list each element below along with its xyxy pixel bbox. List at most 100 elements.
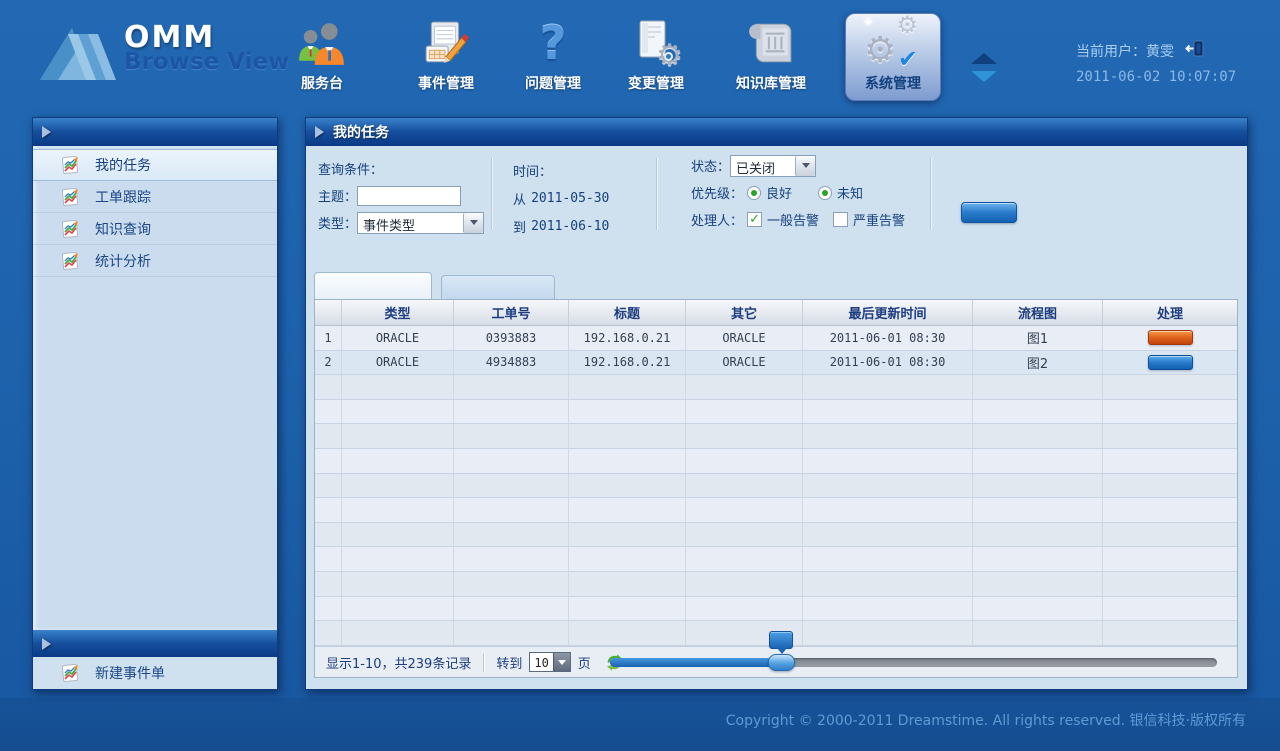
sidebar-item-label: 我的任务 [95, 155, 151, 175]
priority-option-good[interactable]: 良好 [747, 183, 792, 202]
nav-item-knowledge-mgmt[interactable]: 知识库管理 [723, 14, 819, 93]
page-title: 我的任务 [333, 122, 389, 142]
system-icon: ✦ ⚙ ⚙ ✔ [846, 14, 940, 72]
col-header-updated[interactable]: 最后更新时间 [803, 300, 973, 325]
row-index: 1 [315, 326, 342, 350]
sidebar-item-statistics[interactable]: 统计分析 [33, 245, 277, 277]
checkbox-unchecked-icon[interactable] [833, 212, 848, 227]
incident-icon [398, 14, 494, 72]
tab-2[interactable] [441, 275, 555, 299]
doc-chart-icon [60, 219, 80, 239]
sidebar-item-label: 知识查询 [95, 219, 151, 239]
page-select[interactable]: 10 [529, 652, 570, 672]
service-desk-icon [274, 14, 370, 72]
sidebar-item-new-incident[interactable]: 新建事件单 [33, 657, 277, 689]
main-titlebar: 我的任务 [306, 118, 1247, 146]
play-arrow-icon [42, 126, 51, 138]
app-header: OMM Browse View 服务台 [0, 0, 1280, 115]
table-row-empty [315, 547, 1237, 572]
radio-checked-icon[interactable] [818, 186, 832, 200]
nav-item-system-mgmt[interactable]: ✦ ⚙ ⚙ ✔ 系统管理 [845, 13, 941, 101]
filter-divider [656, 158, 657, 230]
subject-input[interactable] [357, 186, 461, 206]
col-header-other[interactable]: 其它 [686, 300, 803, 325]
type-select[interactable]: 事件类型 [357, 212, 484, 234]
cell-order-no: 0393883 [454, 326, 569, 350]
record-summary: 显示1-10，共239条记录 [326, 653, 471, 672]
col-header-type[interactable]: 类型 [342, 300, 454, 325]
play-arrow-icon [315, 126, 324, 138]
scroll-down-icon[interactable] [971, 71, 997, 82]
col-header-order-no[interactable]: 工单号 [454, 300, 569, 325]
nav-item-incident-mgmt[interactable]: 事件管理 [398, 14, 494, 93]
sidebar-item-my-tasks[interactable]: 我的任务 [33, 149, 277, 181]
table-row-empty [315, 597, 1237, 622]
flowchart-link[interactable]: 图1 [973, 326, 1103, 350]
time-to-label: 到 [513, 217, 526, 236]
cell-type: ORACLE [342, 351, 454, 375]
cell-action [1103, 326, 1237, 350]
main-panel: 我的任务 查询条件： 主题： 类型： 事件类型 时间： [305, 117, 1248, 690]
filter-col-status: 状态： 已关闭 优先级： 良好 未知 处理人： [691, 154, 931, 235]
criteria-section-label: 查询条件： [318, 159, 383, 178]
cell-title: 192.168.0.21 [569, 326, 686, 350]
table-header-row: 类型 工单号 标题 其它 最后更新时间 流程图 处理 [315, 300, 1237, 326]
col-header-title[interactable]: 标题 [569, 300, 686, 325]
col-header-flowchart[interactable]: 流程图 [973, 300, 1103, 325]
doc-chart-icon [60, 187, 80, 207]
priority-option-unknown[interactable]: 未知 [818, 183, 863, 202]
col-header-action[interactable]: 处理 [1103, 300, 1237, 325]
sidebar-item-order-tracking[interactable]: 工单跟踪 [33, 181, 277, 213]
table-body: 1 ORACLE 0393883 192.168.0.21 ORACLE 201… [315, 326, 1237, 646]
nav-item-change-mgmt[interactable]: ⚙ 变更管理 [608, 14, 704, 93]
table-row[interactable]: 2 ORACLE 4934883 192.168.0.21 ORACLE 201… [315, 351, 1237, 376]
search-button[interactable] [961, 202, 1017, 223]
time-to-value: 2011-06-10 [531, 219, 609, 234]
filter-col-time: 时间： 从 2011-05-30 到 2011-06-10 [513, 159, 609, 243]
handler-option-general-alarm[interactable]: 一般告警 [747, 210, 819, 229]
play-arrow-icon [42, 638, 51, 650]
copyright-text: Copyright © 2000-2011 Dreamstime. All ri… [726, 710, 1246, 730]
status-select[interactable]: 已关闭 [730, 155, 816, 177]
sidebar-menu: 我的任务 工单跟踪 [33, 146, 277, 630]
page-slider-fill [610, 658, 781, 667]
type-label: 类型： [318, 213, 357, 232]
nav-item-service-desk[interactable]: 服务台 [274, 14, 370, 93]
table-row-empty [315, 400, 1237, 425]
chevron-down-icon [795, 156, 815, 176]
time-label: 时间： [513, 161, 552, 180]
cell-order-no: 4934883 [454, 351, 569, 375]
cell-title: 192.168.0.21 [569, 351, 686, 375]
sidebar-item-label: 新建事件单 [95, 663, 165, 683]
chevron-down-icon [463, 213, 483, 233]
table-row-empty [315, 424, 1237, 449]
filter-col-criteria: 查询条件： 主题： 类型： 事件类型 [318, 157, 484, 238]
handle-button[interactable] [1148, 330, 1193, 345]
scroll-up-icon[interactable] [971, 53, 997, 64]
sidebar-bottom-bar [33, 630, 277, 657]
row-index: 2 [315, 351, 342, 375]
page-slider-thumb[interactable] [768, 654, 795, 671]
handler-option-severe-alarm[interactable]: 严重告警 [833, 210, 905, 229]
logout-icon[interactable] [1184, 40, 1204, 61]
radio-checked-icon[interactable] [747, 186, 761, 200]
table-row[interactable]: 1 ORACLE 0393883 192.168.0.21 ORACLE 201… [315, 326, 1237, 351]
nav-item-problem-mgmt[interactable]: ? 问题管理 [505, 14, 601, 93]
results-table: 类型 工单号 标题 其它 最后更新时间 流程图 处理 1 ORACLE 0393… [314, 299, 1238, 678]
sidebar-item-knowledge-query[interactable]: 知识查询 [33, 213, 277, 245]
page-slider-marker[interactable] [769, 631, 793, 649]
flowchart-link[interactable]: 图2 [973, 351, 1103, 375]
cell-updated: 2011-06-01 08:30 [803, 351, 973, 375]
doc-chart-icon [60, 663, 80, 683]
page-select-value: 10 [530, 653, 552, 671]
page-slider-track[interactable] [610, 658, 1217, 667]
table-row-empty [315, 498, 1237, 523]
page-footer: Copyright © 2000-2011 Dreamstime. All ri… [0, 698, 1280, 751]
tab-1[interactable] [314, 272, 432, 299]
checkbox-checked-icon[interactable] [747, 212, 762, 227]
tab-bar [314, 272, 555, 299]
handle-button[interactable] [1148, 355, 1193, 370]
cell-updated: 2011-06-01 08:30 [803, 326, 973, 350]
sidebar-item-label: 统计分析 [95, 251, 151, 271]
table-row-empty [315, 572, 1237, 597]
